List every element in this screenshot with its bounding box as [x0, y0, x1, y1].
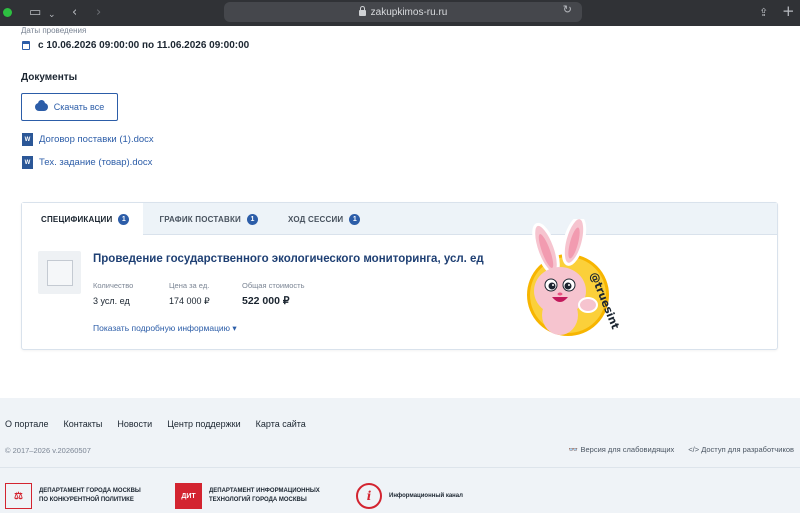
- download-all-button[interactable]: Скачать все: [21, 93, 118, 121]
- partner-name-line: ДЕПАРТАМЕНТ ИНФОРМАЦИОННЫХ: [209, 488, 320, 494]
- accessibility-link[interactable]: 👓 Версия для слабовидящих: [569, 445, 675, 454]
- footer-link-about[interactable]: О портале: [5, 419, 48, 429]
- document-link-label[interactable]: Договор поставки (1).docx: [39, 134, 154, 145]
- partner-name-line: ДЕПАРТАМЕНТ ГОРОДА МОСКВЫ: [39, 488, 141, 494]
- word-file-icon: W: [22, 133, 33, 146]
- total-cost-value: 522 000 ₽: [242, 295, 290, 307]
- dit-logo: ДИТ: [175, 483, 202, 509]
- tab-count-badge: 1: [247, 213, 259, 225]
- quantity-value: 3 усл. ед: [93, 296, 130, 306]
- image-placeholder-icon: [46, 259, 73, 286]
- bunny-sticker: @truesint: [523, 219, 620, 340]
- document-link[interactable]: W Договор поставки (1).docx: [22, 133, 154, 146]
- cloud-download-icon: [34, 100, 48, 111]
- total-cost-label: Общая стоимость: [242, 281, 305, 290]
- partner-name: ДЕПАРТАМЕНТ ГОРОДА МОСКВЫ ПО КОНКУРЕНТНО…: [39, 487, 141, 505]
- partner-info-channel[interactable]: i Информационный канал: [356, 483, 463, 509]
- dates-row: с 10.06.2026 09:00:00 по 11.06.2026 09:0…: [22, 40, 249, 51]
- show-details-link[interactable]: Показать подробную информацию ▾: [93, 323, 237, 334]
- address-bar-url: zakupkimos-ru.ru: [370, 6, 448, 18]
- footer-link-contacts[interactable]: Контакты: [63, 419, 102, 429]
- address-bar[interactable]: zakupkimos-ru.ru ↻: [224, 2, 582, 22]
- partner-name: Информационный канал: [389, 492, 463, 499]
- back-arrow-icon[interactable]: ‹: [72, 4, 77, 22]
- moscow-coat-of-arms-icon: ⚖: [5, 483, 32, 509]
- documents-title: Документы: [21, 72, 78, 83]
- tab-delivery-schedule[interactable]: ГРАФИК ПОСТАВКИ 1: [143, 203, 272, 235]
- chevron-down-icon[interactable]: ⌄: [48, 6, 56, 24]
- footer: О портале Контакты Новости Центр поддерж…: [0, 398, 800, 513]
- word-file-icon: W: [22, 156, 33, 169]
- footer-link-news[interactable]: Новости: [117, 419, 152, 429]
- specifications-card: СПЕЦИФИКАЦИИ 1 ГРАФИК ПОСТАВКИ 1 ХОД СЕС…: [21, 202, 778, 350]
- page-content: Даты проведения с 10.06.2026 09:00:00 по…: [0, 26, 800, 398]
- developers-link[interactable]: </> Доступ для разработчиков: [688, 445, 794, 454]
- tab-label: ГРАФИК ПОСТАВКИ: [159, 214, 242, 224]
- footer-divider: [0, 467, 800, 468]
- footer-link-support[interactable]: Центр поддержки: [167, 419, 240, 429]
- partner-name-line: ТЕХНОЛОГИЙ ГОРОДА МОСКВЫ: [209, 497, 307, 503]
- lock-icon: [358, 6, 366, 16]
- sidebar-toggle-icon[interactable]: ▭: [29, 4, 41, 22]
- tab-specifications[interactable]: СПЕЦИФИКАЦИИ 1: [22, 203, 144, 236]
- copyright: © 2017–2026 v.20260507: [5, 446, 91, 455]
- calendar-icon: [22, 41, 30, 50]
- quantity-label: Количество: [93, 281, 134, 290]
- dates-value: с 10.06.2026 09:00:00 по 11.06.2026 09:0…: [38, 40, 250, 51]
- glasses-icon: 👓: [568, 445, 581, 454]
- document-link-label[interactable]: Тех. задание (товар).docx: [39, 157, 152, 168]
- item-image-placeholder: [38, 251, 81, 294]
- info-icon: i: [356, 483, 382, 509]
- partner-name-line: ПО КОНКУРЕНТНОЙ ПОЛИТИКЕ: [39, 497, 134, 503]
- partner-dit[interactable]: ДИТ ДЕПАРТАМЕНТ ИНФОРМАЦИОННЫХ ТЕХНОЛОГИ…: [175, 483, 320, 509]
- forward-arrow-icon[interactable]: ›: [96, 4, 101, 22]
- footer-nav: О портале Контакты Новости Центр поддерж…: [5, 419, 306, 429]
- unit-price-value: 174 000 ₽: [169, 296, 210, 306]
- window-maximize-button[interactable]: [3, 8, 12, 17]
- tab-count-badge: 1: [349, 213, 361, 225]
- download-all-label: Скачать все: [53, 102, 105, 112]
- share-icon[interactable]: ⇪: [759, 4, 768, 22]
- spec-item-title: Проведение государственного экологическо…: [93, 253, 484, 265]
- document-link[interactable]: W Тех. задание (товар).docx: [22, 156, 152, 169]
- footer-utility-links: 👓 Версия для слабовидящих </> Доступ для…: [569, 445, 794, 454]
- reload-icon[interactable]: ↻: [563, 3, 572, 16]
- accessibility-link-label: Версия для слабовидящих: [580, 445, 675, 454]
- tab-label: СПЕЦИФИКАЦИИ: [41, 215, 113, 224]
- unit-price-label: Цена за ед.: [169, 281, 210, 290]
- partner-name: ДЕПАРТАМЕНТ ИНФОРМАЦИОННЫХ ТЕХНОЛОГИЙ ГО…: [209, 487, 320, 505]
- new-tab-icon[interactable]: +: [782, 2, 795, 20]
- footer-link-sitemap[interactable]: Карта сайта: [256, 419, 306, 429]
- partner-competition-dept[interactable]: ⚖ ДЕПАРТАМЕНТ ГОРОДА МОСКВЫ ПО КОНКУРЕНТ…: [5, 483, 141, 509]
- browser-toolbar: ▭ ⌄ ‹ › zakupkimos-ru.ru ↻ ⇪ +: [0, 0, 800, 26]
- tab-session-progress[interactable]: ХОД СЕССИИ 1: [272, 203, 374, 235]
- dates-label: Даты проведения: [21, 26, 87, 35]
- tab-label: ХОД СЕССИИ: [288, 214, 344, 224]
- tab-count-badge: 1: [118, 214, 130, 225]
- tab-bar: СПЕЦИФИКАЦИИ 1 ГРАФИК ПОСТАВКИ 1 ХОД СЕС…: [22, 203, 777, 236]
